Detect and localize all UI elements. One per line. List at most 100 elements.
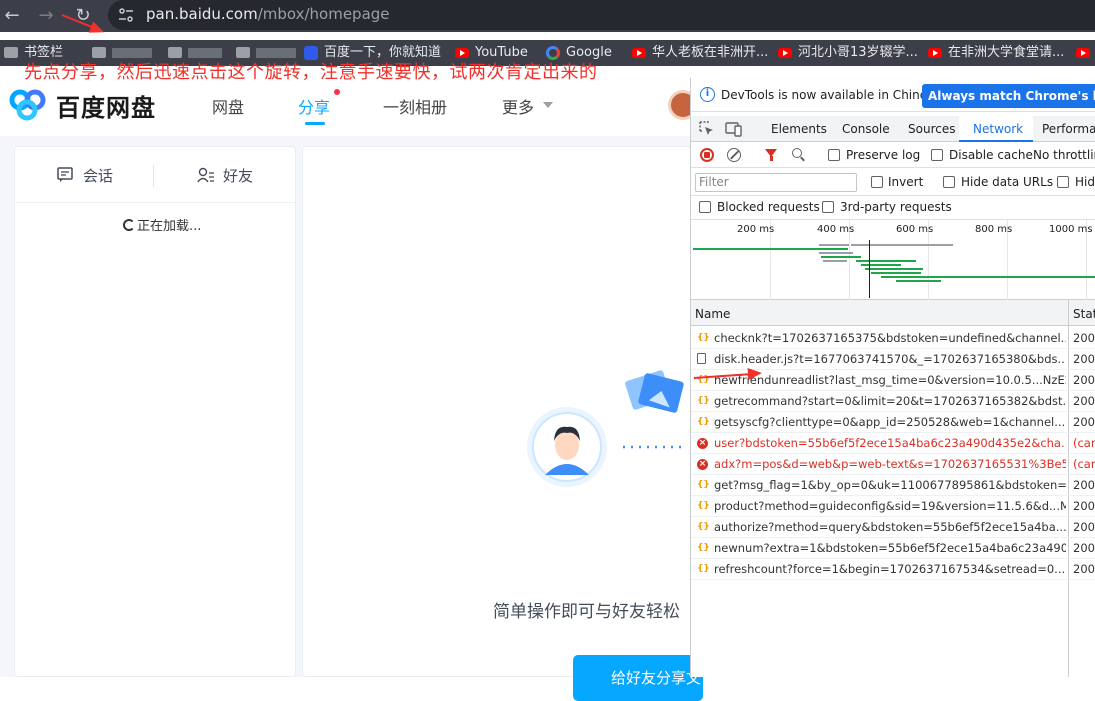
inspect-element-icon[interactable] bbox=[699, 121, 715, 137]
url-path: /mbox/homepage bbox=[257, 5, 390, 23]
request-row[interactable]: × user?bdstoken=55b6ef5f2ece15a4ba6c23a49… bbox=[691, 433, 1095, 454]
request-name: authorize?method=query&bdstoken=55b6ef5f… bbox=[714, 520, 1066, 534]
loading-spinner-icon[interactable] bbox=[123, 219, 135, 231]
waterfall-bar bbox=[896, 280, 941, 282]
preserve-log-checkbox[interactable] bbox=[828, 149, 840, 161]
third-party-checkbox[interactable] bbox=[822, 201, 834, 213]
tab-network[interactable]: Network bbox=[973, 122, 1023, 136]
share-to-friend-button[interactable]: 给好友分享文 bbox=[573, 655, 703, 701]
request-row[interactable]: {} product?method=guideconfig&sid=19&vers… bbox=[691, 496, 1095, 517]
blocked-requests-checkbox[interactable] bbox=[699, 201, 711, 213]
request-row[interactable]: {} get?msg_flag=1&by_op=0&uk=110067789586… bbox=[691, 475, 1095, 496]
url-text[interactable]: pan.baidu.com/mbox/homepage bbox=[146, 5, 390, 23]
request-status: (can bbox=[1073, 457, 1095, 471]
tab-elements[interactable]: Elements bbox=[771, 122, 827, 136]
waterfall-bar bbox=[851, 244, 953, 246]
tab-divider bbox=[153, 165, 154, 187]
tab-sources[interactable]: Sources bbox=[908, 122, 955, 136]
filter-icon-stem bbox=[770, 156, 773, 161]
folder-icon bbox=[236, 47, 250, 58]
request-name: product?method=guideconfig&sid=19&versio… bbox=[714, 499, 1066, 513]
blurred-label bbox=[112, 47, 152, 58]
network-toolbar: Preserve log Disable cache No throttlin bbox=[691, 142, 1095, 168]
annotation-text: 先点分享，然后迅速点击这个旋转，注意手速要快，试两次肯定出来的 bbox=[24, 62, 598, 83]
timeline-tick: 600 ms bbox=[896, 224, 934, 235]
forward-icon[interactable]: → bbox=[34, 4, 58, 28]
folder-icon bbox=[4, 47, 18, 58]
request-row[interactable]: {} getrecommand?start=0&limit=20&t=170263… bbox=[691, 391, 1095, 412]
tab-conversation[interactable]: 会话 bbox=[83, 165, 113, 186]
xhr-icon: {} bbox=[697, 522, 710, 532]
youtube-icon bbox=[928, 47, 942, 58]
request-name: newnum?extra=1&bdstoken=55b6ef5f2ece15a4… bbox=[714, 541, 1066, 555]
nav-album[interactable]: 一刻相册 bbox=[383, 94, 447, 118]
request-status: 200 bbox=[1073, 541, 1095, 555]
request-status: 200 bbox=[1073, 478, 1095, 492]
conversation-tabs: 会话 好友 bbox=[15, 147, 295, 203]
bookmark-video-1[interactable]: 华人老板在非洲开... bbox=[632, 44, 768, 62]
request-status: 200 bbox=[1073, 394, 1095, 408]
bookmark-overflow[interactable] bbox=[1076, 44, 1095, 62]
hide-extension-checkbox[interactable] bbox=[1057, 176, 1069, 188]
filter-toolbar: Filter Invert Hide data URLs Hide bbox=[691, 168, 1095, 196]
loading-text: 正在加载... bbox=[137, 219, 202, 234]
logo-text[interactable]: 百度网盘 bbox=[56, 88, 156, 123]
hide-data-urls-checkbox[interactable] bbox=[943, 176, 955, 188]
filter-input[interactable]: Filter bbox=[695, 173, 857, 192]
back-icon[interactable]: ← bbox=[0, 4, 24, 28]
site-info-icon[interactable] bbox=[118, 7, 134, 23]
tab-friends[interactable]: 好友 bbox=[223, 165, 253, 186]
chevron-down-icon[interactable] bbox=[543, 102, 553, 108]
nav-share[interactable]: 分享 bbox=[298, 94, 330, 118]
column-name[interactable]: Name bbox=[695, 307, 730, 321]
waterfall-bar bbox=[821, 256, 861, 258]
waterfall-bar bbox=[861, 264, 901, 266]
request-row[interactable]: × adx?m=pos&d=web&p=web-text&s=1702637165… bbox=[691, 454, 1095, 475]
waterfall-bar bbox=[819, 244, 849, 246]
hide-data-urls-label: Hide data URLs bbox=[961, 175, 1054, 189]
tab-performance[interactable]: Performan bbox=[1042, 122, 1095, 136]
bookmark-video-3[interactable]: 在非洲大学食堂请... bbox=[928, 44, 1064, 62]
waterfall-bar bbox=[881, 276, 1095, 278]
waterfall-bar bbox=[693, 248, 848, 250]
blocked-requests-label: Blocked requests bbox=[717, 200, 820, 214]
bookmark-video-2[interactable]: 河北小哥13岁辍学... bbox=[778, 44, 918, 62]
disable-cache-checkbox[interactable] bbox=[931, 149, 943, 161]
xhr-icon: {} bbox=[697, 480, 710, 490]
request-row[interactable]: {} newnum?extra=1&bdstoken=55b6ef5f2ece15… bbox=[691, 538, 1095, 559]
network-overview[interactable]: 200 ms 400 ms 600 ms 800 ms 1000 ms bbox=[691, 220, 1095, 300]
baidu-netdisk-logo-icon[interactable] bbox=[8, 86, 48, 122]
tab-console[interactable]: Console bbox=[842, 122, 890, 136]
request-row[interactable]: {} authorize?method=query&bdstoken=55b6ef… bbox=[691, 517, 1095, 538]
devtools-infobar: i DevTools is now available in Chinese! … bbox=[691, 78, 1095, 112]
xhr-icon: {} bbox=[697, 501, 710, 511]
nav-more[interactable]: 更多 bbox=[502, 94, 534, 118]
request-row[interactable]: {} checknk?t=1702637165375&bdstoken=undef… bbox=[691, 328, 1095, 349]
invert-label: Invert bbox=[888, 175, 924, 189]
browser-toolbar: ← → ↻ pan.baidu.com/mbox/homepage bbox=[0, 0, 1095, 32]
request-row[interactable]: {} getsyscfg?clienttype=0&app_id=250528&w… bbox=[691, 412, 1095, 433]
nav-netdisk[interactable]: 网盘 bbox=[212, 94, 244, 118]
info-icon: i bbox=[700, 87, 715, 102]
request-status: 200 bbox=[1073, 331, 1095, 345]
match-language-button[interactable]: Always match Chrome's language bbox=[922, 84, 1095, 108]
chat-icon bbox=[57, 167, 73, 182]
devtools-info-text: DevTools is now available in Chinese! bbox=[721, 88, 946, 102]
url-host: pan.baidu.com bbox=[146, 5, 258, 23]
conversation-panel: 会话 好友 正在加载... bbox=[14, 146, 296, 677]
friends-icon bbox=[197, 167, 214, 183]
device-toolbar-icon[interactable] bbox=[725, 121, 743, 137]
column-status[interactable]: Statu bbox=[1073, 307, 1095, 321]
disable-cache-label: Disable cache bbox=[949, 148, 1033, 162]
requests-table-header: Name Statu bbox=[691, 300, 1095, 326]
error-icon: × bbox=[697, 438, 708, 449]
timeline-tick: 400 ms bbox=[817, 224, 855, 235]
share-caption: 简单操作即可与好友轻松 bbox=[493, 602, 680, 622]
invert-checkbox[interactable] bbox=[871, 176, 883, 188]
xhr-icon: {} bbox=[697, 417, 710, 427]
bookmark-label: 在非洲大学食堂请... bbox=[948, 45, 1065, 60]
request-name: newfriendunreadlist?last_msg_time=0&vers… bbox=[714, 373, 1066, 387]
request-row[interactable]: {} refreshcount?force=1&begin=17026371675… bbox=[691, 559, 1095, 580]
throttling-select[interactable]: No throttlin bbox=[1033, 148, 1095, 162]
document-icon bbox=[697, 353, 706, 364]
